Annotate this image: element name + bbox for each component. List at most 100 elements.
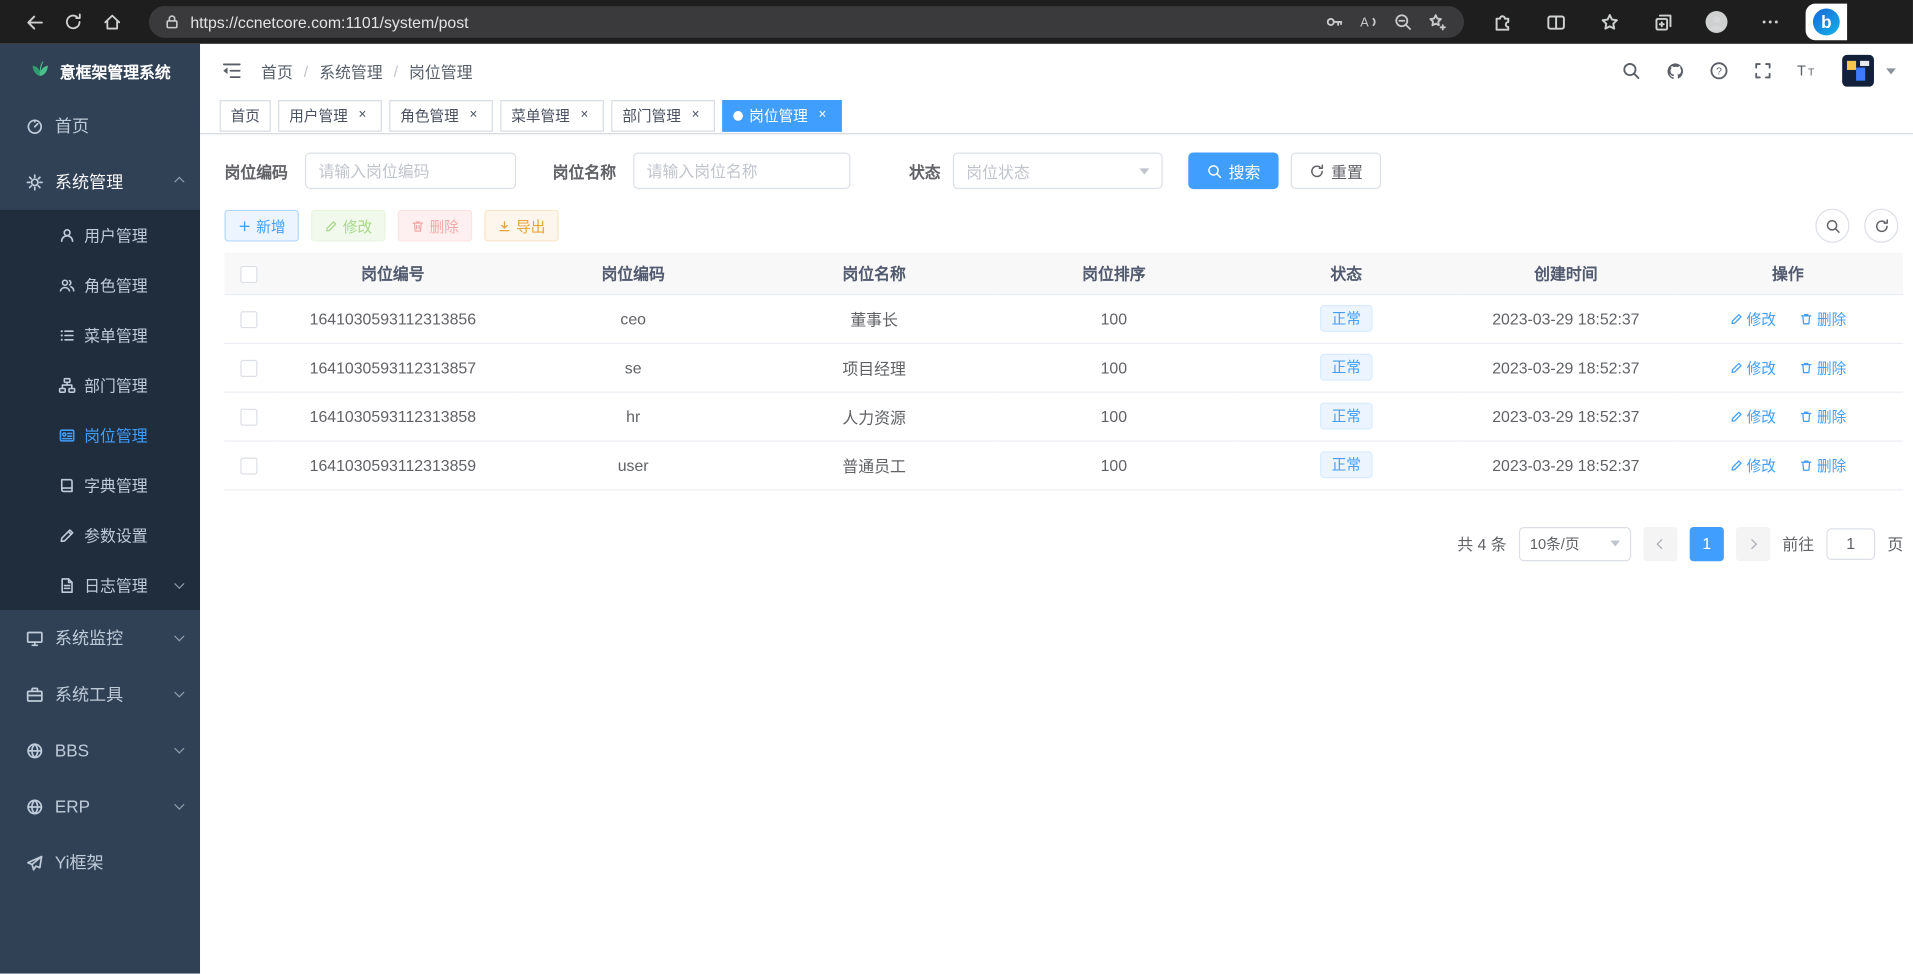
sidebar-item-post[interactable]: 岗位管理	[0, 410, 200, 460]
fullscreen-icon[interactable]	[1747, 55, 1779, 87]
tab-user[interactable]: 用户管理 ×	[278, 99, 382, 131]
tab-menu[interactable]: 菜单管理 ×	[500, 99, 604, 131]
add-button[interactable]: 新增	[224, 210, 298, 242]
next-page-button[interactable]	[1736, 526, 1770, 560]
password-key-icon[interactable]	[1318, 7, 1352, 36]
breadcrumb-home[interactable]: 首页	[261, 59, 293, 82]
row-edit-link[interactable]: 修改	[1730, 406, 1776, 427]
post-name-input[interactable]	[633, 153, 850, 190]
sidebar-item-system[interactable]: 系统管理	[0, 154, 200, 210]
address-bar[interactable]: https://ccnetcore.com:1101/system/post A	[149, 6, 1464, 38]
add-favorite-star-icon[interactable]	[1420, 7, 1454, 36]
row-edit-link[interactable]: 修改	[1730, 357, 1776, 378]
prev-page-button[interactable]	[1643, 526, 1677, 560]
status-badge: 正常	[1321, 354, 1372, 381]
browser-menu-icon[interactable]	[1752, 5, 1789, 39]
read-aloud-icon[interactable]: A	[1352, 7, 1386, 36]
edit-button[interactable]: 修改	[311, 210, 385, 242]
tab-post[interactable]: 岗位管理 ×	[722, 99, 842, 131]
post-code-input[interactable]	[305, 153, 516, 190]
close-icon[interactable]: ×	[814, 107, 831, 124]
delete-button[interactable]: 删除	[398, 210, 472, 242]
sidebar-item-bbs[interactable]: BBS	[0, 722, 200, 778]
sidebar-item-log[interactable]: 日志管理	[0, 560, 200, 610]
close-icon[interactable]: ×	[576, 107, 593, 124]
sidebar-item-erp[interactable]: ERP	[0, 778, 200, 834]
browser-refresh-button[interactable]	[54, 5, 93, 39]
zoom-out-icon[interactable]	[1386, 7, 1420, 36]
extensions-icon[interactable]	[1484, 5, 1521, 39]
refresh-table-icon[interactable]	[1864, 209, 1898, 243]
sidebar-item-home[interactable]: 首页	[0, 98, 200, 154]
row-checkbox[interactable]	[240, 457, 257, 474]
table-row: 1641030593112313859 user 普通员工 100 正常 202…	[224, 440, 1903, 489]
close-icon[interactable]: ×	[354, 107, 371, 124]
avatar-caret-icon[interactable]	[1886, 68, 1896, 74]
favorites-star-icon[interactable]	[1591, 5, 1628, 39]
browser-home-button[interactable]	[93, 5, 132, 39]
sidebar-item-dict[interactable]: 字典管理	[0, 460, 200, 510]
edit-icon	[59, 526, 76, 543]
select-all-checkbox[interactable]	[240, 265, 257, 282]
row-delete-link[interactable]: 删除	[1800, 308, 1846, 329]
tab-role[interactable]: 角色管理 ×	[389, 99, 493, 131]
sidebar-item-yi[interactable]: Yi框架	[0, 834, 200, 890]
sidebar: 意框架管理系统 首页 系统管理 用户	[0, 44, 200, 974]
export-button[interactable]: 导出	[484, 210, 558, 242]
search-button[interactable]: 搜索	[1188, 153, 1278, 190]
row-delete-link[interactable]: 删除	[1800, 406, 1846, 427]
sidebar-item-monitor[interactable]: 系统监控	[0, 610, 200, 666]
breadcrumb-system[interactable]: 系统管理	[319, 59, 382, 82]
reset-button[interactable]: 重置	[1291, 153, 1381, 190]
row-checkbox[interactable]	[240, 360, 257, 377]
chevron-down-icon	[1140, 168, 1150, 174]
svg-text:A: A	[1360, 16, 1369, 30]
sidebar-item-user[interactable]: 用户管理	[0, 210, 200, 260]
admin-app: 意框架管理系统 首页 系统管理 用户	[0, 44, 1913, 974]
tab-home[interactable]: 首页	[220, 99, 271, 131]
status-label: 状态	[909, 159, 941, 182]
site-lock-icon[interactable]	[163, 13, 180, 30]
chevron-down-icon	[1610, 540, 1620, 546]
profile-avatar[interactable]	[1698, 5, 1735, 39]
row-delete-link[interactable]: 删除	[1800, 357, 1846, 378]
row-checkbox[interactable]	[240, 311, 257, 328]
browser-back-button[interactable]	[15, 5, 54, 39]
goto-page-input[interactable]	[1826, 528, 1875, 560]
help-question-icon[interactable]: ?	[1703, 55, 1735, 87]
toggle-search-icon[interactable]	[1815, 209, 1849, 243]
row-edit-link[interactable]: 修改	[1730, 454, 1776, 475]
sidebar-item-role[interactable]: 角色管理	[0, 260, 200, 310]
github-icon[interactable]	[1659, 55, 1691, 87]
sidebar-fold-icon[interactable]	[215, 54, 249, 88]
post-name-label: 岗位名称	[553, 159, 616, 182]
sidebar-item-dept[interactable]: 部门管理	[0, 360, 200, 410]
col-post-id: 岗位编号	[273, 253, 512, 294]
paper-plane-icon	[24, 853, 44, 873]
close-icon[interactable]: ×	[687, 107, 704, 124]
url-text[interactable]: https://ccnetcore.com:1101/system/post	[190, 13, 1317, 31]
table-header-row: 岗位编号 岗位编码 岗位名称 岗位排序 状态 创建时间 操作	[224, 253, 1903, 294]
chevron-up-icon	[174, 177, 184, 187]
tab-dept[interactable]: 部门管理 ×	[611, 99, 715, 131]
sidebar-item-param[interactable]: 参数设置	[0, 510, 200, 560]
row-checkbox[interactable]	[240, 408, 257, 425]
close-icon[interactable]: ×	[465, 107, 482, 124]
trash-icon	[1800, 409, 1813, 422]
page-1-button[interactable]: 1	[1690, 526, 1724, 560]
row-edit-link[interactable]: 修改	[1730, 308, 1776, 329]
sidebar-item-menu[interactable]: 菜单管理	[0, 310, 200, 360]
table-row: 1641030593112313856 ceo 董事长 100 正常 2023-…	[224, 294, 1903, 343]
app-logo[interactable]: 意框架管理系统	[0, 44, 200, 98]
copilot-sidebar-button[interactable]: b	[1806, 4, 1847, 41]
collections-icon[interactable]	[1645, 5, 1682, 39]
split-screen-icon[interactable]	[1537, 5, 1574, 39]
status-select[interactable]: 岗位状态	[953, 153, 1163, 190]
font-size-icon[interactable]: TT	[1791, 55, 1823, 87]
header-search-icon[interactable]	[1615, 55, 1647, 87]
user-avatar[interactable]	[1842, 55, 1874, 87]
sidebar-item-tools[interactable]: 系统工具	[0, 666, 200, 722]
page-unit-label: 页	[1887, 532, 1903, 555]
row-delete-link[interactable]: 删除	[1800, 454, 1846, 475]
page-size-select[interactable]: 10条/页	[1519, 526, 1631, 560]
